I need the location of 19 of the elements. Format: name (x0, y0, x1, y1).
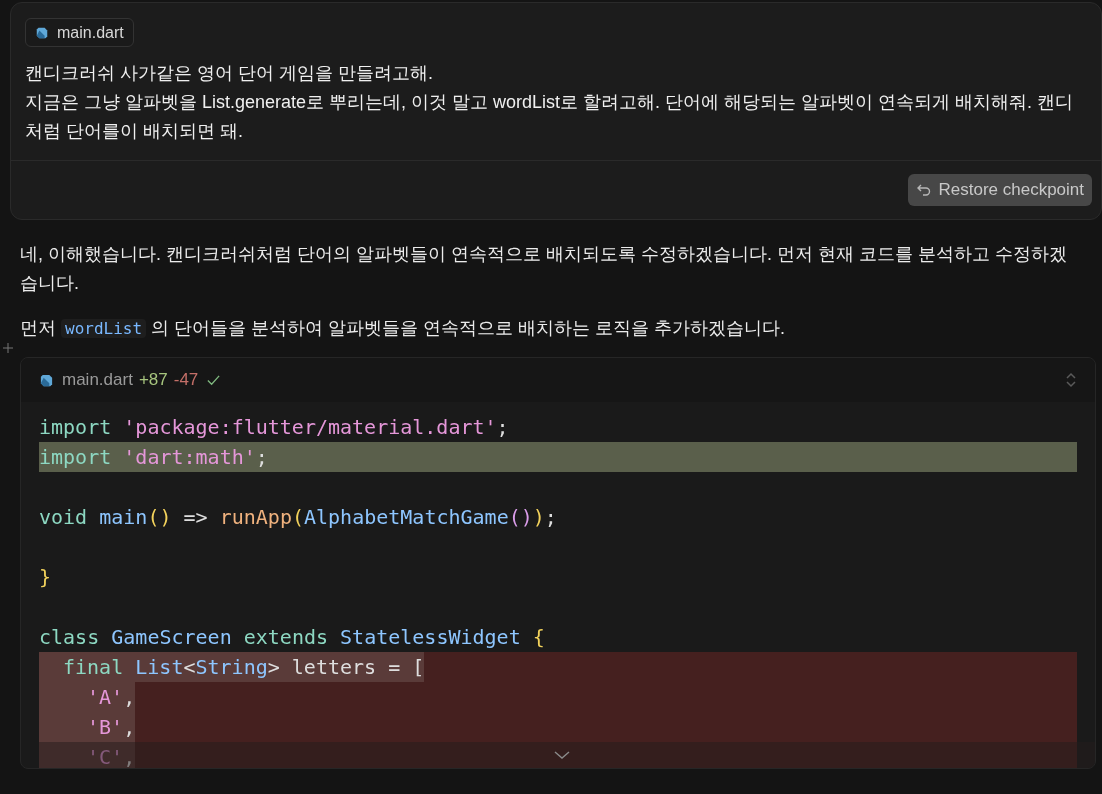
message-text: 캔디크러쉬 사가같은 영어 단어 게임을 만들려고해. (25, 62, 434, 85)
add-icon[interactable] (3, 343, 13, 353)
response-paragraph: 네, 이해했습니다. 캔디크러쉬처럼 단어의 알파벳들이 연속적으로 배치되도록 수정하겠습니다. 먼저 현재 코드를 분석하고 수정하겠습니다. (20, 243, 1068, 295)
code-line: import 'package:flutter/material.dart'; (39, 414, 510, 441)
restore-checkpoint-button[interactable]: Restore checkpoint (908, 174, 1092, 206)
file-chip[interactable]: main.dart (25, 18, 134, 47)
code-line: class GameScreen extends StatelessWidget { (39, 624, 546, 651)
message-text: 지금은 그냥 알파벳을 List.generate로 뿌리는데, 이것 말고 wordList로 할려고해. 단어에 해당되는 알파벳이 연속되게 배치해줘. 캔디처럼 단어를이 배치되면 돼. (25, 91, 1075, 143)
dart-icon (35, 25, 49, 40)
code-line: } (39, 564, 53, 591)
file-name: main.dart (62, 369, 133, 392)
undo-icon (916, 182, 933, 198)
code-line: void main() => runApp(AlphabetMatchGame()); (39, 504, 558, 531)
removed-count: -47 (173, 369, 199, 392)
expand-collapse-icon[interactable] (1065, 372, 1077, 388)
dart-icon (39, 372, 54, 388)
chevron-down-icon (554, 750, 570, 760)
response-paragraph: 먼저 wordList 의 단어들을 분석하여 알파벳들을 연속적으로 배치하는 로직을 추가하겠습니다. (20, 317, 787, 340)
added-count: +87 (138, 369, 168, 392)
